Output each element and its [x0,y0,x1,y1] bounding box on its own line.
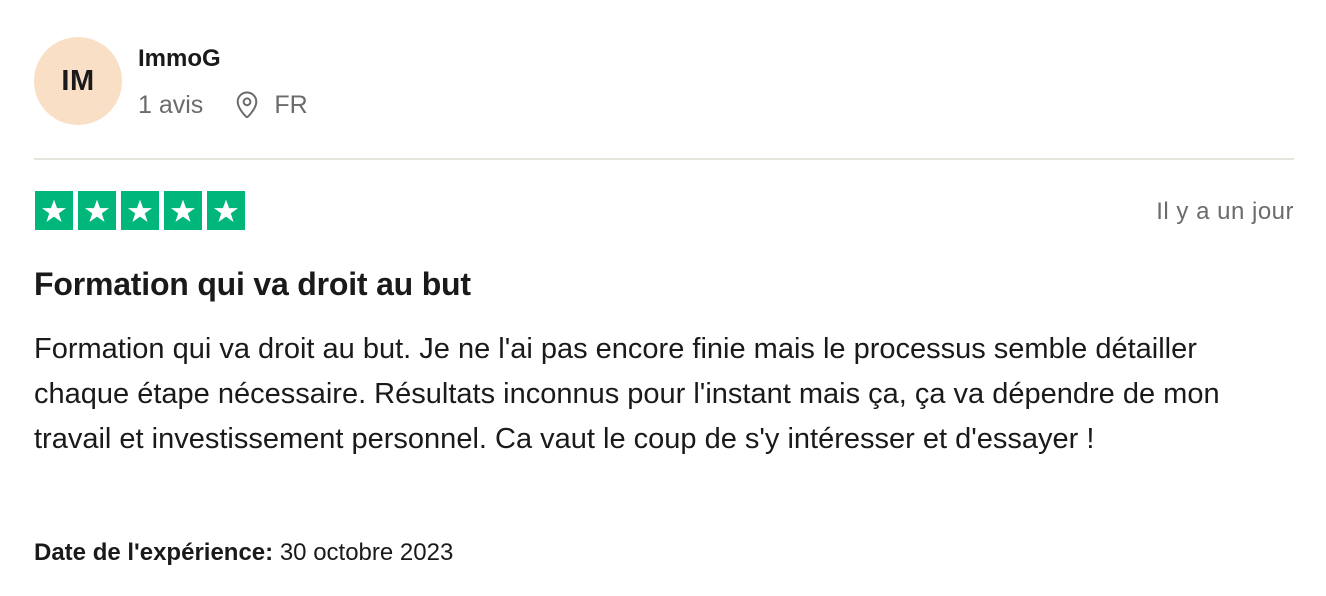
reviewer-meta: 1 avis FR [138,89,308,121]
review-title[interactable]: Formation qui va droit au but [34,266,471,303]
experience-date: Date de l'expérience: 30 octobre 2023 [34,539,453,567]
reviewer-country: FR [274,90,308,119]
location-pin-icon [234,90,260,120]
review-posted-date: Il y a un jour [1156,198,1294,225]
experience-label: Date de l'expérience: [34,539,274,566]
experience-value: 30 octobre 2023 [279,539,454,566]
review-body: Formation qui va droit au but. Je ne l'a… [34,333,1220,455]
divider [34,158,1294,160]
review-card: IM ImmoG 1 avis FR Il y a un jour Format… [34,0,1294,596]
star-icon [207,191,245,230]
avatar-initials: IM [61,64,95,97]
star-icon [35,191,73,230]
reviewer-name[interactable]: ImmoG [138,45,221,73]
star-icon [121,191,159,230]
star-icon [78,191,116,230]
star-rating [35,191,245,230]
star-icon [164,191,202,230]
review-count: 1 avis [138,90,204,119]
avatar[interactable]: IM [34,37,122,125]
reviewer-header: IM ImmoG 1 avis FR [34,37,1294,127]
